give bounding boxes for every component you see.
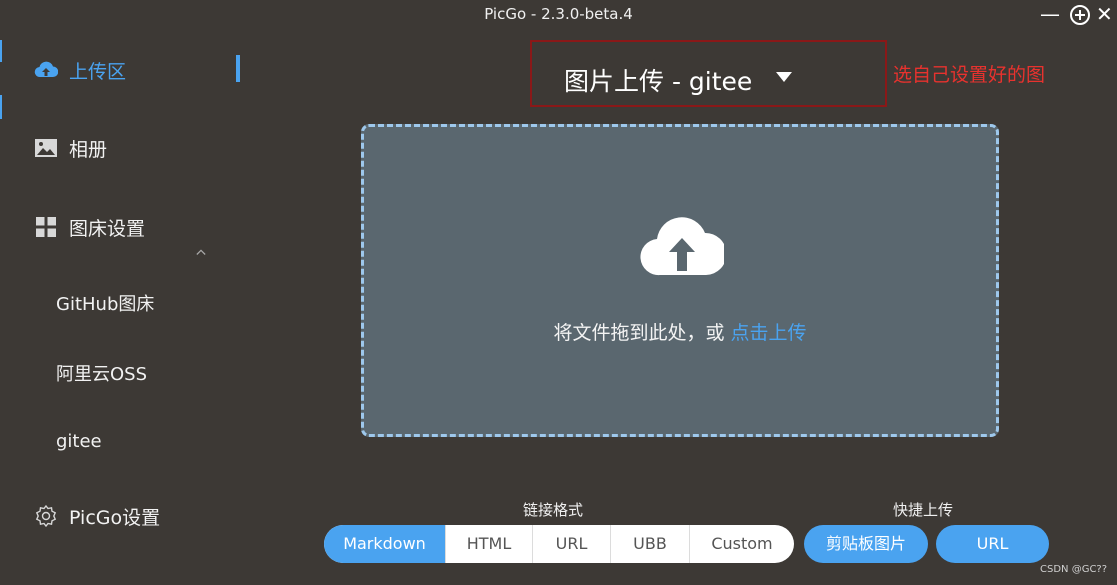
minimize-icon[interactable]: — (1040, 2, 1060, 26)
sidebar-subitem-gitee[interactable]: gitee (56, 431, 102, 452)
sidebar-item-album[interactable]: 相册 (0, 125, 245, 171)
sidebar-item-label: 相册 (69, 138, 108, 161)
url-upload-button[interactable]: URL (936, 525, 1049, 563)
close-icon[interactable]: ✕ (1096, 2, 1113, 26)
format-markdown-button[interactable]: Markdown (324, 525, 445, 563)
annotation-text: 选自己设置好的图 (893, 64, 1046, 86)
click-upload-link[interactable]: 点击上传 (731, 322, 807, 344)
sidebar-item-label: PicGo设置 (69, 506, 161, 529)
window-title: PicGo - 2.3.0-beta.4 (484, 5, 633, 23)
quick-upload-title: 快捷上传 (893, 501, 954, 519)
image-icon (34, 136, 58, 160)
dropzone-hint: 将文件拖到此处，或 (553, 322, 731, 344)
format-ubb-button[interactable]: UBB (610, 525, 689, 563)
active-indicator (236, 55, 240, 82)
sidebar: 上传区 相册 图床设置 GitHub图床 阿里云OSS gitee PicGo设… (0, 28, 245, 585)
format-html-button[interactable]: HTML (445, 525, 532, 563)
sidebar-item-label: 上传区 (69, 60, 127, 83)
cloud-upload-icon (640, 217, 724, 276)
sidebar-subitem-github[interactable]: GitHub图床 (56, 290, 154, 316)
grid-icon (34, 215, 58, 239)
cloud-upload-icon (34, 58, 58, 82)
sidebar-item-picbed-settings[interactable]: 图床设置 (0, 204, 245, 250)
gear-icon (34, 504, 58, 528)
sidebar-item-label: 图床设置 (69, 217, 146, 240)
picbed-selector[interactable]: 图片上传 - gitee (530, 40, 887, 107)
caret-down-icon (776, 72, 792, 82)
link-format-group: Markdown HTML URL UBB Custom (324, 525, 794, 563)
upload-dropzone[interactable]: 将文件拖到此处，或 点击上传 (361, 124, 999, 437)
picbed-selector-label: 图片上传 - gitee (564, 67, 753, 96)
watermark: CSDN @GC?? (1040, 564, 1108, 575)
maximize-icon[interactable] (1069, 2, 1091, 31)
sidebar-subitem-aliyun-oss[interactable]: 阿里云OSS (56, 360, 147, 386)
dropzone-text: 将文件拖到此处，或 点击上传 (364, 318, 996, 345)
clipboard-upload-button[interactable]: 剪贴板图片 (804, 525, 928, 563)
sidebar-item-picgo-settings[interactable]: PicGo设置 (0, 493, 245, 539)
link-format-title: 链接格式 (523, 501, 584, 519)
format-custom-button[interactable]: Custom (689, 525, 794, 563)
sidebar-item-upload[interactable]: 上传区 (0, 47, 245, 93)
chevron-up-icon[interactable] (196, 247, 206, 257)
title-bar: PicGo - 2.3.0-beta.4 — ✕ (0, 0, 1117, 28)
format-url-button[interactable]: URL (532, 525, 610, 563)
